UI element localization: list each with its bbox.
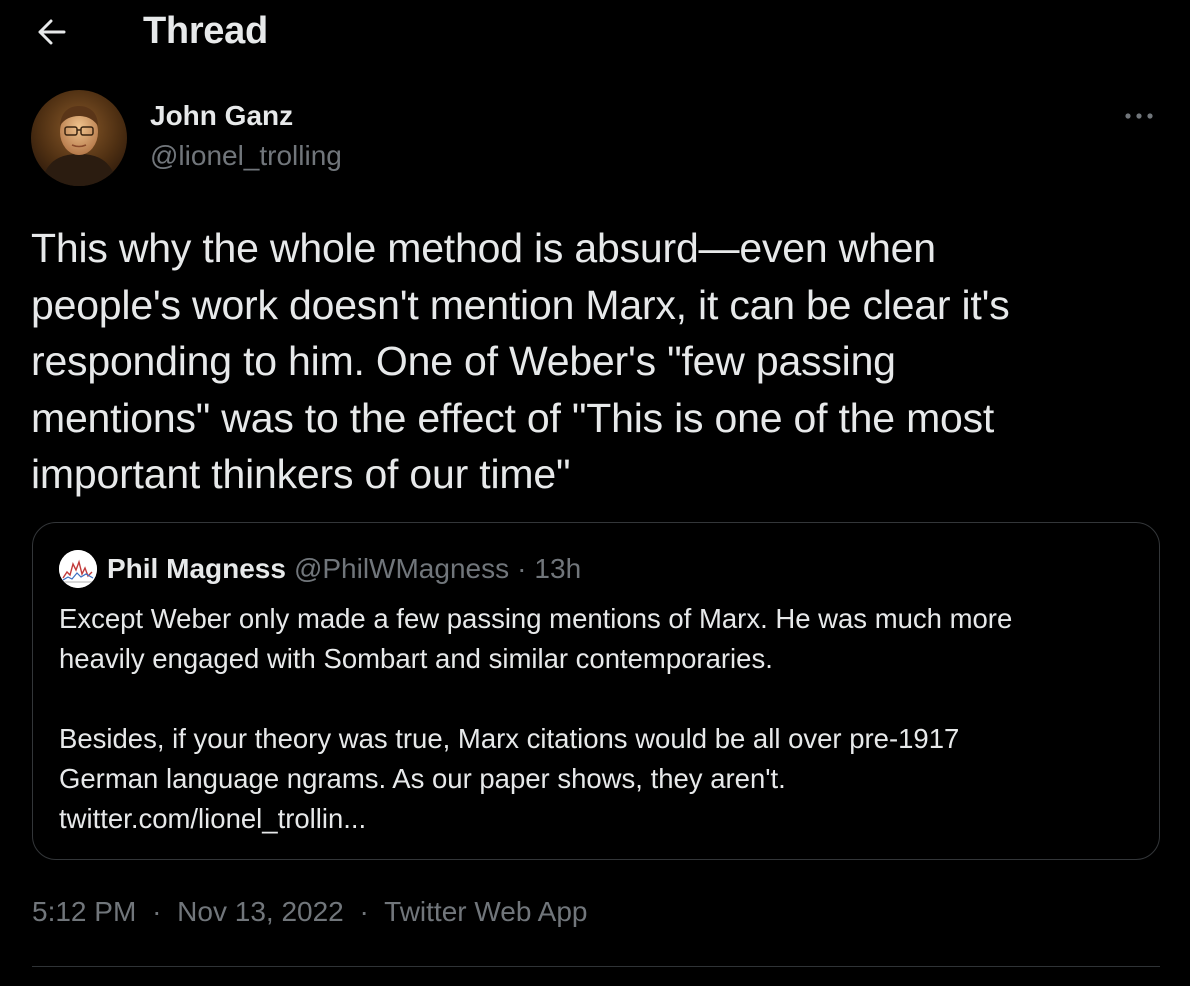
author-handle[interactable]: @lionel_trolling	[150, 140, 342, 172]
quoted-author-handle: @PhilWMagness	[293, 553, 510, 584]
tweet-date[interactable]: Nov 13, 2022	[177, 896, 344, 927]
quoted-time: 13h	[534, 553, 582, 584]
page-title: Thread	[143, 10, 268, 52]
arrow-left-icon	[37, 19, 67, 50]
tweet-text: This why the whole method is absurd—even…	[31, 225, 1010, 497]
tweet-time[interactable]: 5:12 PM	[32, 896, 136, 927]
separator-dot: ·	[359, 896, 369, 927]
quoted-tweet-text: Except Weber only made a few passing men…	[59, 603, 1013, 834]
back-button[interactable]	[30, 12, 74, 56]
separator-dot: ·	[152, 896, 162, 927]
divider	[32, 966, 1160, 967]
avatar[interactable]	[31, 90, 127, 186]
header: Thread	[0, 0, 1190, 68]
quoted-avatar	[59, 550, 97, 588]
separator-dot: ·	[517, 553, 527, 584]
quoted-tweet-header: Phil Magness @PhilWMagness · 13h	[59, 549, 581, 589]
tweet-meta: 5:12 PM · Nov 13, 2022 · Twitter Web App	[32, 896, 588, 928]
quoted-tweet[interactable]: Phil Magness @PhilWMagness · 13h Except …	[32, 522, 1160, 860]
tweet-author-row: John Ganz @lionel_trolling	[31, 90, 1161, 190]
tweet-source[interactable]: Twitter Web App	[384, 896, 587, 927]
quoted-author-name: Phil Magness	[107, 553, 286, 584]
author-name[interactable]: John Ganz	[150, 100, 293, 132]
more-horizontal-icon	[1124, 107, 1154, 125]
more-button[interactable]	[1117, 100, 1161, 132]
